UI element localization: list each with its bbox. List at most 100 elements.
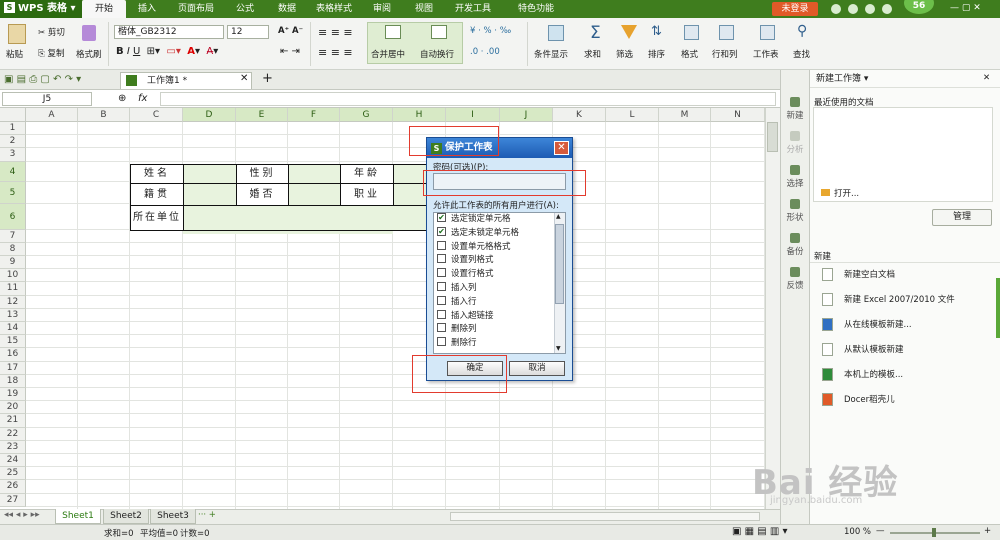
vertical-scrollbar[interactable] [765,108,780,509]
menu-tab[interactable]: 表格样式 [310,0,358,18]
scroll-up-icon[interactable]: ▲ [556,213,561,220]
close-pane-icon[interactable]: ✕ [983,73,990,83]
permission-item[interactable]: ✔ 选定未锁定单元格 [437,226,519,241]
menu-tab[interactable]: 审阅 [360,0,404,18]
cond-display-button[interactable]: 条件显示 [534,48,568,60]
row-header[interactable]: 10 [0,269,26,283]
menu-tab[interactable]: 页面布局 [168,0,224,18]
menu-tab[interactable]: 特色功能 [504,0,568,18]
column-header[interactable]: A [26,108,78,122]
cell-name-label[interactable]: 姓名 [130,164,184,184]
permission-item[interactable]: 设置单元格格式 [437,240,511,255]
sheet-tab[interactable]: Sheet2 [103,509,149,524]
permission-item[interactable]: 删除列 [437,323,477,337]
shirt-icon[interactable] [865,4,875,14]
cell-marital-value[interactable] [288,183,341,206]
column-header[interactable]: D [183,108,236,122]
filter-button[interactable]: 筛选 [616,48,633,60]
zoom-in-icon[interactable]: + [984,526,991,536]
find-button[interactable]: 查找 [793,48,810,60]
list-scroll-thumb[interactable] [555,224,564,304]
cell-gender-label[interactable]: 性别 [236,164,289,184]
fx-icon[interactable]: fx [138,93,147,104]
row-header[interactable]: 4 [0,161,26,182]
column-header[interactable]: H [393,108,446,122]
permission-item[interactable]: 插入超链接 [437,309,494,324]
sheet-tab[interactable]: Sheet3 [150,509,196,524]
checkbox[interactable] [437,295,446,305]
column-header[interactable]: F [288,108,340,122]
row-header[interactable]: 17 [0,361,26,375]
checkbox[interactable] [437,282,446,291]
binoculars-icon[interactable]: ⚲ [797,23,807,39]
font-size-select[interactable]: 12 [227,25,269,39]
font-name-select[interactable]: 楷体_GB2312 [114,25,224,39]
paste-icon[interactable] [8,24,26,44]
paste-button[interactable]: 粘贴 [6,48,23,60]
sort-icon[interactable]: ⇅ [651,24,662,39]
checkbox[interactable] [437,323,446,333]
select-all-corner[interactable] [0,108,26,122]
merge-center-button[interactable]: 合并居中 [371,48,405,60]
row-header[interactable]: 22 [0,427,26,441]
formula-input[interactable] [160,92,776,106]
skin-icon[interactable] [831,4,841,14]
app-menu-button[interactable]: S WPS 表格 ▾ [0,0,82,18]
column-header[interactable]: E [236,108,288,122]
row-header[interactable]: 18 [0,374,26,388]
permission-item[interactable]: 设置列格式 [437,254,494,268]
column-header[interactable]: G [340,108,393,122]
format-button[interactable]: 格式 [681,48,698,60]
cond-display-icon[interactable] [548,25,564,41]
column-header[interactable]: J [500,108,553,122]
indent-icon[interactable]: ⇤ ⇥ [280,46,300,57]
vertical-align-icons[interactable]: ≡ ≡ ≡ [318,26,353,39]
new-tab-icon[interactable]: + [262,71,273,86]
row-header[interactable]: 12 [0,295,26,309]
row-col-button[interactable]: 行和列 [712,48,738,60]
row-header[interactable]: 2 [0,135,26,149]
row-header[interactable]: 15 [0,335,26,349]
menu-tab[interactable]: 开始 [82,0,126,18]
wrap-icon[interactable] [431,25,447,39]
manage-button[interactable]: 管理 [932,209,992,226]
format-painter-icon[interactable] [82,25,96,41]
format-icon[interactable] [684,25,699,40]
permission-item[interactable]: 设置行格式 [437,268,494,282]
spreadsheet-grid[interactable]: ABCDEFGHIJKLMN 1 2 3 4 5 6 7 8 9 10 11 12 13 14 15 16 17… [0,108,765,509]
cell-job-value[interactable] [393,183,427,206]
number-format-icons[interactable]: ¥ · % · ‰ [470,26,511,36]
close-icon[interactable]: ✕ [554,141,569,155]
checkbox[interactable] [437,254,446,264]
open-link[interactable]: 打开... [821,187,859,199]
horizontal-scrollbar[interactable] [450,512,760,521]
checkbox[interactable] [437,309,446,319]
side-tool-button[interactable]: 反馈 [780,267,810,291]
row-header[interactable]: 20 [0,401,26,415]
cell-name-value[interactable] [183,164,237,184]
side-tool-button[interactable]: 形状 [780,199,810,223]
cell-native-label[interactable]: 籍贯 [130,183,184,206]
font-style-buttons[interactable]: B I U ⊞▾ ▭▾ A▾ A̶▾ [116,46,218,57]
row-header[interactable]: 19 [0,388,26,402]
menu-tab[interactable]: 开发工具 [444,0,502,18]
checkbox[interactable] [437,240,446,250]
row-header[interactable]: 26 [0,480,26,494]
row-header[interactable]: 1 [0,122,26,136]
row-header[interactable]: 8 [0,242,26,256]
cell-age-value[interactable] [393,164,427,184]
cell-age-label[interactable]: 年龄 [340,164,394,184]
cell-gender-value[interactable] [288,164,341,184]
close-tab-icon[interactable]: ✕ [240,73,248,84]
row-header[interactable]: 21 [0,414,26,428]
permission-item[interactable]: ✔ 选定锁定单元格 [437,213,511,227]
task-pane-title[interactable]: 新建工作簿 ▾ [810,70,1000,88]
more-sheets-icon[interactable]: ··· + [198,510,216,520]
side-tool-button[interactable]: 备份 [780,233,810,257]
cell-employer-label[interactable]: 所在单位 [130,205,184,231]
checkbox[interactable] [437,268,446,278]
column-header[interactable]: B [78,108,130,122]
sort-button[interactable]: 排序 [648,48,665,60]
new-doc-option[interactable]: 新建空白文档 [822,267,895,283]
row-header[interactable]: 16 [0,348,26,362]
